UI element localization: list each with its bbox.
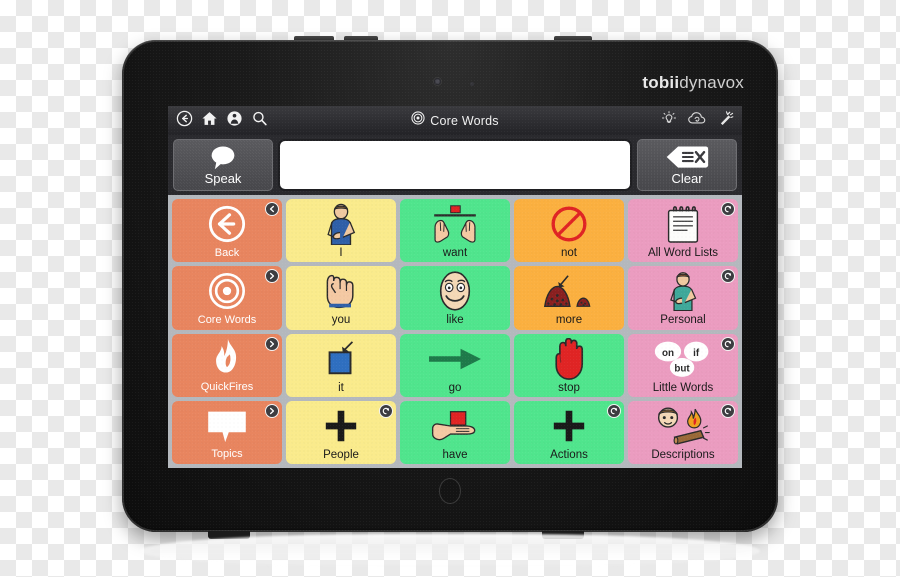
- bubble-word-if: if: [693, 347, 700, 358]
- cell-label: I: [339, 247, 343, 260]
- speak-button[interactable]: Speak: [173, 139, 273, 191]
- cell-label: QuickFires: [200, 381, 254, 394]
- nav-icon-group: [176, 110, 268, 132]
- cell-core-words[interactable]: Core Words: [172, 266, 282, 330]
- arrow-left-badge: [265, 202, 279, 216]
- cell-more[interactable]: more: [514, 266, 624, 330]
- cell-all-word-lists[interactable]: All Word Lists: [628, 199, 738, 263]
- cell-stop[interactable]: stop: [514, 333, 624, 397]
- back-circle-icon[interactable]: [176, 110, 193, 132]
- light-sensor-icon: [470, 82, 474, 86]
- cell-label: more: [555, 314, 583, 327]
- brightness-icon[interactable]: [661, 110, 677, 131]
- clear-button[interactable]: Clear: [637, 139, 737, 191]
- cell-label: not: [561, 247, 577, 260]
- cell-quickfires[interactable]: QuickFires: [172, 333, 282, 397]
- bubble-word-on: on: [662, 347, 674, 358]
- backspace-clear-icon: [638, 144, 736, 170]
- message-bar: Speak Clear: [168, 135, 742, 195]
- cloud-sync-icon[interactable]: [687, 110, 707, 131]
- cell-label: People: [323, 448, 359, 461]
- arrow-right-badge: [265, 403, 279, 418]
- cell-descriptions[interactable]: Descriptions: [628, 400, 738, 464]
- no-symbol-icon: [516, 201, 622, 247]
- target-icon: [411, 111, 425, 130]
- cell-want[interactable]: want: [400, 199, 510, 263]
- cell-topics[interactable]: Topics: [172, 400, 282, 464]
- arrow-right-badge: [265, 336, 279, 351]
- cell-personal[interactable]: Personal: [628, 266, 738, 330]
- cell-label: Core Words: [197, 313, 257, 326]
- cell-label: Little Words: [652, 381, 714, 394]
- red-hand-icon: [516, 336, 622, 382]
- cell-label: Topics: [211, 448, 243, 461]
- refresh-badge: [721, 269, 735, 284]
- cell-not[interactable]: not: [514, 199, 624, 263]
- cell-label: it: [338, 381, 344, 394]
- right-arrow-icon: [402, 336, 508, 382]
- arrow-right-badge: [265, 269, 279, 284]
- cell-i[interactable]: I: [286, 199, 396, 263]
- brand-name-light: dynavox: [679, 73, 744, 92]
- cell-label: Personal: [660, 314, 706, 327]
- cell-label: Back: [214, 246, 240, 259]
- front-camera-icon: [434, 78, 441, 85]
- cell-like[interactable]: like: [400, 266, 510, 330]
- device-reflection: [140, 534, 760, 568]
- home-icon[interactable]: [201, 110, 218, 132]
- clear-label: Clear: [671, 171, 703, 186]
- cell-label: Descriptions: [651, 448, 715, 461]
- cell-label: Actions: [550, 448, 588, 461]
- cell-go[interactable]: go: [400, 333, 510, 397]
- title-bar: Core Words: [168, 106, 742, 135]
- page-title: Core Words: [430, 113, 499, 128]
- cell-label: you: [331, 314, 351, 327]
- cell-label: have: [442, 448, 468, 461]
- magic-wand-icon[interactable]: [717, 110, 734, 132]
- cell-back[interactable]: Back: [172, 199, 282, 263]
- cell-label: All Word Lists: [647, 247, 719, 260]
- message-window-input[interactable]: [278, 139, 632, 191]
- search-icon[interactable]: [251, 110, 268, 132]
- globe-person-icon[interactable]: [226, 110, 243, 132]
- refresh-badge: [607, 403, 621, 418]
- tablet-screen: Core Words Speak Clear Back I want not A…: [168, 106, 742, 468]
- tablet-shell: tobiidynavox Core Words Speak Clear Back…: [122, 40, 778, 532]
- blue-square-arrow-icon: [288, 336, 394, 382]
- speech-bubble-icon: [174, 144, 272, 170]
- refresh-badge: [721, 336, 735, 351]
- refresh-badge: [379, 403, 393, 418]
- home-button[interactable]: [439, 478, 461, 504]
- refresh-badge: [721, 403, 735, 418]
- refresh-badge: [721, 202, 735, 216]
- cell-little-words[interactable]: on if but Little Words: [628, 333, 738, 397]
- cell-label: go: [448, 381, 462, 394]
- brand-logo: tobiidynavox: [642, 73, 744, 93]
- hand-holding-icon: [402, 403, 508, 449]
- cell-label: want: [442, 247, 468, 260]
- status-icon-group: [661, 106, 734, 135]
- cell-actions[interactable]: Actions: [514, 400, 624, 464]
- cell-people[interactable]: People: [286, 400, 396, 464]
- cell-label: stop: [558, 381, 580, 394]
- hand-pointing-icon: [288, 268, 394, 314]
- tablet-device: tobiidynavox Core Words Speak Clear Back…: [122, 36, 778, 539]
- two-piles-icon: [516, 268, 622, 314]
- person-pointing-self-icon: [288, 201, 394, 247]
- cell-it[interactable]: it: [286, 333, 396, 397]
- cell-you[interactable]: you: [286, 266, 396, 330]
- cell-have[interactable]: have: [400, 400, 510, 464]
- brand-name-bold: tobii: [642, 73, 680, 92]
- symbol-grid: Back I want not All Word Lists Core Word…: [168, 195, 742, 468]
- smiling-face-icon: [402, 268, 508, 314]
- bubble-word-but: but: [674, 363, 690, 374]
- hands-want-icon: [402, 201, 508, 247]
- speak-label: Speak: [204, 171, 242, 186]
- cell-label: like: [446, 314, 464, 327]
